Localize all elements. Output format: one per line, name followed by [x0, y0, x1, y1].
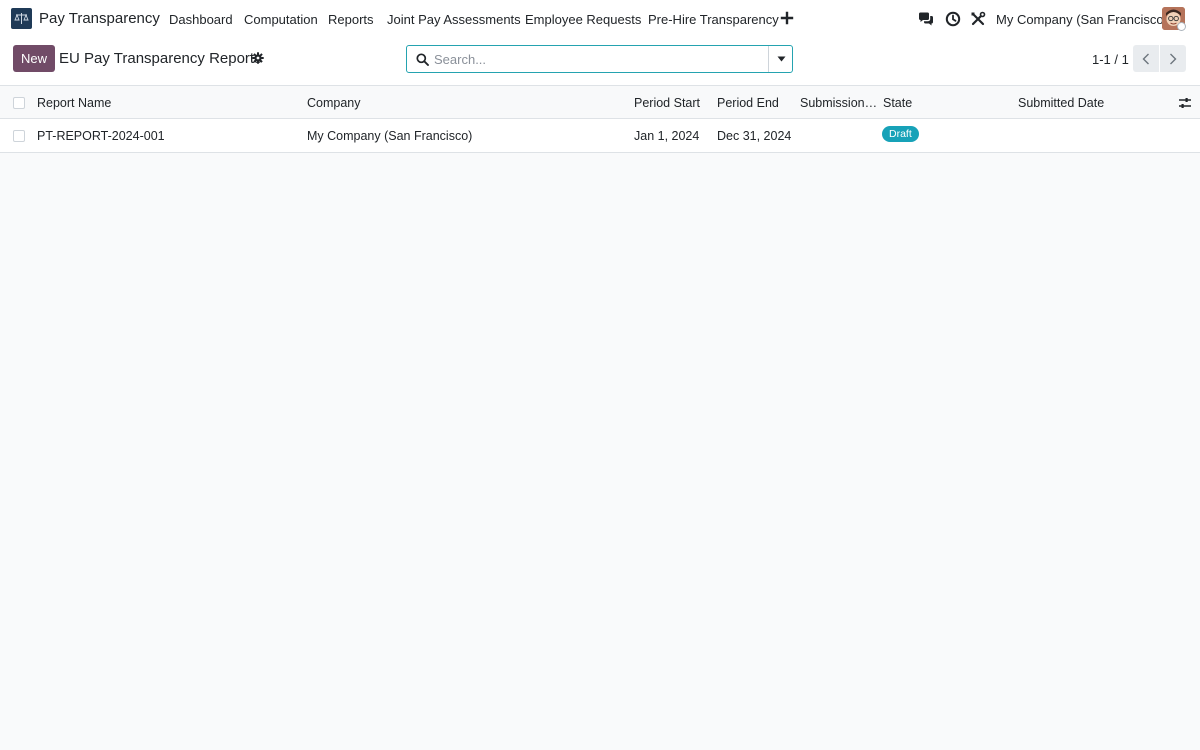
column-header-submission[interactable]: Submission… [800, 96, 877, 110]
search-icon [416, 53, 429, 66]
optional-columns-icon[interactable] [1178, 96, 1192, 110]
pager-value[interactable]: 1-1 / 1 [1092, 52, 1129, 67]
app-name[interactable]: Pay Transparency [39, 10, 160, 27]
menu-joint-pay-assessments[interactable]: Joint Pay Assessments [387, 12, 521, 27]
app-logo-icon[interactable] [11, 8, 32, 29]
caret-down-icon [777, 56, 785, 62]
pager-previous-button[interactable] [1133, 45, 1159, 72]
list-view: Report Name Company Period Start Period … [0, 86, 1200, 153]
column-header-period-end[interactable]: Period End [717, 96, 779, 110]
select-all-checkbox[interactable] [13, 97, 25, 109]
cell-period-end: Dec 31, 2024 [717, 129, 792, 143]
table-header: Report Name Company Period Start Period … [0, 86, 1200, 119]
menu-dashboard[interactable]: Dashboard [169, 12, 233, 27]
pager-next-button[interactable] [1160, 45, 1186, 72]
column-header-state[interactable]: State [883, 96, 912, 110]
column-header-report-name[interactable]: Report Name [37, 96, 111, 110]
search-input[interactable] [434, 50, 764, 68]
search-options-toggle[interactable] [768, 46, 793, 72]
cell-period-start: Jan 1, 2024 [634, 129, 700, 143]
top-navbar: Pay Transparency Dashboard Computation R… [0, 0, 1200, 38]
chevron-left-icon [1142, 53, 1149, 64]
table-row[interactable]: PT-REPORT-2024-001 My Company (San Franc… [0, 119, 1200, 153]
column-header-period-start[interactable]: Period Start [634, 96, 700, 110]
row-checkbox[interactable] [13, 130, 25, 142]
control-panel: New EU Pay Transparency Reports 1-1 / 1 [0, 38, 1200, 86]
menu-reports[interactable]: Reports [328, 12, 374, 27]
cell-report-name: PT-REPORT-2024-001 [37, 129, 165, 143]
column-header-company[interactable]: Company [307, 96, 361, 110]
menu-employee-requests[interactable]: Employee Requests [525, 12, 641, 27]
cell-company: My Company (San Francisco) [307, 129, 473, 143]
plus-icon[interactable] [780, 11, 794, 25]
chat-icon[interactable] [918, 11, 934, 27]
tools-icon[interactable] [970, 11, 986, 27]
new-button[interactable]: New [13, 45, 55, 72]
clock-icon[interactable] [945, 11, 961, 27]
presence-status-icon [1177, 22, 1186, 31]
menu-computation[interactable]: Computation [244, 12, 318, 27]
column-header-submitted-date[interactable]: Submitted Date [1018, 96, 1104, 110]
status-badge: Draft [882, 126, 919, 142]
gear-icon[interactable] [252, 52, 264, 64]
page-title: EU Pay Transparency Reports [59, 50, 262, 67]
chevron-right-icon [1170, 53, 1177, 64]
menu-pre-hire-transparency[interactable]: Pre-Hire Transparency [648, 12, 779, 27]
search-bar [406, 45, 793, 73]
company-switcher[interactable]: My Company (San Francisco) [996, 12, 1168, 27]
